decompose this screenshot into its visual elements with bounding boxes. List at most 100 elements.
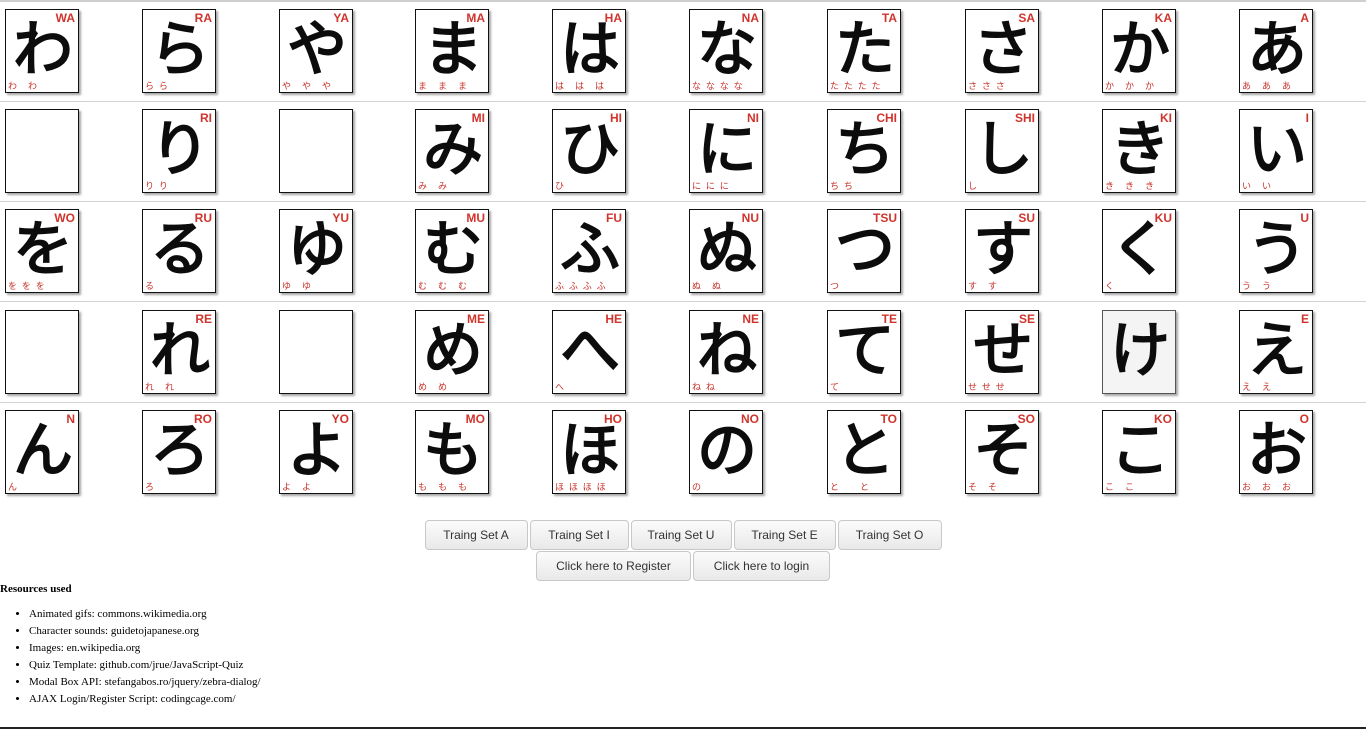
training-set-button[interactable]: Traing Set U: [630, 520, 732, 550]
romaji-label: RI: [200, 111, 212, 125]
training-set-button[interactable]: Traing Set E: [733, 520, 836, 550]
kana-card[interactable]: ろ RO ろ: [142, 410, 216, 494]
kana-card[interactable]: や YA や や や: [279, 9, 353, 93]
kana-card[interactable]: あAあ あ あ: [1239, 9, 1313, 93]
kana-card[interactable]: わ WA わ わ: [5, 9, 79, 93]
kana-card[interactable]: こ KO こ こ: [1102, 410, 1176, 494]
kana-card[interactable]: へ HE へ: [552, 310, 626, 394]
stroke-order-hint: こ こ: [1105, 483, 1136, 493]
stroke-order-hint: い い: [1242, 182, 1273, 192]
romaji-label: TA: [881, 11, 897, 25]
stroke-order-hint: を を を: [8, 282, 46, 292]
kana-card[interactable]: り RI り り: [142, 109, 216, 193]
romaji-label: O: [1299, 412, 1309, 426]
kana-card[interactable]: ほ HO ほ ほ ほ ほ: [552, 410, 626, 494]
kana-card[interactable]: を WO を を を: [5, 209, 79, 293]
stroke-order-hint: わ わ: [8, 82, 39, 92]
kana-card[interactable]: ち CHI ち ち: [827, 109, 901, 193]
kana-card[interactable]: か KA か か か: [1102, 9, 1176, 93]
kana-card[interactable]: も MO も も も: [415, 410, 489, 494]
stroke-order-hint: て: [830, 383, 841, 393]
stroke-order-hint: つ: [830, 282, 841, 292]
kana-card[interactable]: よ YO よ よ: [279, 410, 353, 494]
romaji-label: SHI: [1014, 111, 1035, 125]
kana-card[interactable]: く KU く: [1102, 209, 1176, 293]
romaji-label: MA: [466, 11, 485, 25]
kana-card[interactable]: る RU る: [142, 209, 216, 293]
empty-kana-card: [5, 310, 79, 394]
kana-card[interactable]: ひ HI ひ: [552, 109, 626, 193]
kana-card[interactable]: ね NE ね ね: [689, 310, 763, 394]
romaji-label: MU: [466, 211, 485, 225]
romaji-label: TO: [880, 412, 897, 426]
romaji-label: KI: [1160, 111, 1172, 125]
kana-card[interactable]: け: [1102, 310, 1176, 394]
romaji-label: YO: [331, 412, 349, 426]
kana-card[interactable]: し SHI し: [965, 109, 1039, 193]
romaji-label: WO: [54, 211, 75, 225]
kana-card[interactable]: き KI き き き: [1102, 109, 1176, 193]
romaji-label: NO: [741, 412, 759, 426]
resource-item: Images: en.wikipedia.org: [29, 640, 600, 657]
kana-card[interactable]: ら RA ら ら: [142, 9, 216, 93]
kana-card[interactable]: に NI に に に: [689, 109, 763, 193]
training-set-button[interactable]: Traing Set A: [424, 520, 528, 550]
kana-card[interactable]: す SU す す: [965, 209, 1039, 293]
kana-card[interactable]: つ TSU つ: [827, 209, 901, 293]
kana-character: け: [1110, 316, 1170, 386]
kana-card[interactable]: と TO と と: [827, 410, 901, 494]
romaji-label: HA: [604, 11, 622, 25]
romaji-label: E: [1300, 312, 1309, 326]
stroke-order-hint: そ そ: [968, 483, 999, 493]
romaji-label: KU: [1154, 211, 1172, 225]
romaji-label: HO: [604, 412, 622, 426]
training-set-button[interactable]: Traing Set I: [529, 520, 629, 550]
empty-kana-card: [5, 109, 79, 193]
romaji-label: WA: [55, 11, 75, 25]
stroke-order-hint: ゆ ゆ: [282, 282, 313, 292]
kana-character: い: [1247, 115, 1307, 185]
romaji-label: RA: [194, 11, 212, 25]
kana-card[interactable]: の NO の: [689, 410, 763, 494]
kana-card[interactable]: た TA た た た た: [827, 9, 901, 93]
kana-card[interactable]: め ME め め: [415, 310, 489, 394]
stroke-order-hint: み み: [418, 182, 449, 192]
kana-card[interactable]: ふ FU ふ ふ ふ ふ: [552, 209, 626, 293]
kana-card[interactable]: おOお お お: [1239, 410, 1313, 494]
romaji-label: MI: [471, 111, 485, 125]
romaji-label: HI: [610, 111, 622, 125]
romaji-label: RO: [194, 412, 212, 426]
kana-card[interactable]: み MI み み: [415, 109, 489, 193]
kana-card[interactable]: さ SA さ さ さ: [965, 9, 1039, 93]
romaji-label: I: [1305, 111, 1309, 125]
empty-kana-card: [279, 109, 353, 193]
kana-card[interactable]: ま MA ま ま ま: [415, 9, 489, 93]
romaji-label: ME: [467, 312, 485, 326]
kana-card[interactable]: て TE て: [827, 310, 901, 394]
register-button[interactable]: Click here to Register: [536, 551, 691, 581]
row-divider: [0, 402, 1366, 403]
login-button[interactable]: Click here to login: [693, 551, 830, 581]
kana-card[interactable]: な NA な な な な: [689, 9, 763, 93]
kana-card[interactable]: うUう う: [1239, 209, 1313, 293]
kana-card[interactable]: れ RE れ れ: [142, 310, 216, 394]
stroke-order-hint: る: [145, 282, 156, 292]
kana-card[interactable]: せ SE せ せ せ: [965, 310, 1039, 394]
kana-card[interactable]: む MU む む む: [415, 209, 489, 293]
stroke-order-hint: れ れ: [145, 383, 176, 393]
kana-card[interactable]: んNん: [5, 410, 79, 494]
resource-item: Modal Box API: stefangabos.ro/jquery/zeb…: [29, 674, 600, 691]
kana-card[interactable]: ぬ NU ぬ ぬ: [689, 209, 763, 293]
training-set-buttons: Traing Set A Traing Set I Traing Set U Trai…: [0, 520, 1366, 550]
resources-section: Resources used Animated gifs: commons.wi…: [0, 582, 600, 708]
resources-list: Animated gifs: commons.wikimedia.orgChar…: [0, 606, 600, 708]
kana-card[interactable]: えEえ え: [1239, 310, 1313, 394]
stroke-order-hint: ほ ほ ほ ほ: [555, 483, 607, 493]
kana-card[interactable]: ゆ YU ゆ ゆ: [279, 209, 353, 293]
resource-item: AJAX Login/Register Script: codingcage.c…: [29, 691, 600, 708]
romaji-label: MO: [465, 412, 485, 426]
kana-card[interactable]: そ SO そ そ: [965, 410, 1039, 494]
kana-card[interactable]: いI い い: [1239, 109, 1313, 193]
training-set-button[interactable]: Traing Set O: [837, 520, 942, 550]
kana-card[interactable]: は HA は は は: [552, 9, 626, 93]
